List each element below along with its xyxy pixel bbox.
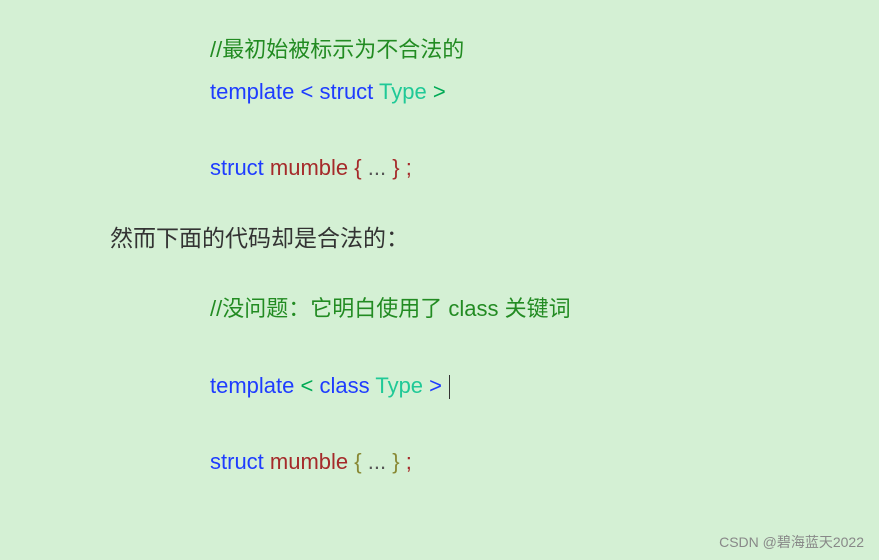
ellipsis: ... [368, 449, 386, 474]
type-name: Type [379, 79, 427, 104]
comment-line: //没问题：它明白使用了 class 关键词 [210, 289, 839, 329]
identifier: mumble [270, 155, 348, 180]
semicolon: ; [406, 155, 412, 180]
watermark: CSDN @碧海蓝天2022 [719, 532, 864, 552]
keyword-class: class [320, 373, 370, 398]
brace-open: { [354, 449, 361, 474]
code-block-1: //最初始被标示为不合法的 template < struct Type > s… [210, 30, 839, 188]
struct-line: struct mumble { ... } ; [210, 442, 839, 482]
template-line: template < struct Type > [210, 72, 839, 112]
type-name: Type [375, 373, 423, 398]
keyword-template: template [210, 373, 294, 398]
code-block-2: //没问题：它明白使用了 class 关键词 template < class … [210, 289, 839, 482]
keyword-template: template [210, 79, 294, 104]
struct-line: struct mumble { ... } ; [210, 148, 839, 188]
comment-line: //最初始被标示为不合法的 [210, 30, 839, 70]
prose-text: 然而下面的代码却是合法的： [110, 218, 839, 259]
brace-close: } [392, 449, 399, 474]
angle-open: < [301, 373, 314, 398]
template-line: template < class Type > [210, 366, 839, 406]
angle-close: > [433, 79, 446, 104]
text-cursor-icon [449, 375, 450, 399]
ellipsis: ... [368, 155, 386, 180]
brace-close: } [392, 155, 399, 180]
document-content: //最初始被标示为不合法的 template < struct Type > s… [0, 0, 879, 522]
keyword-struct: struct [320, 79, 374, 104]
brace-open: { [354, 155, 361, 180]
angle-close: > [429, 373, 442, 398]
angle-open: < [301, 79, 314, 104]
semicolon: ; [406, 449, 412, 474]
keyword-struct: struct [210, 449, 264, 474]
keyword-struct: struct [210, 155, 264, 180]
identifier: mumble [270, 449, 348, 474]
